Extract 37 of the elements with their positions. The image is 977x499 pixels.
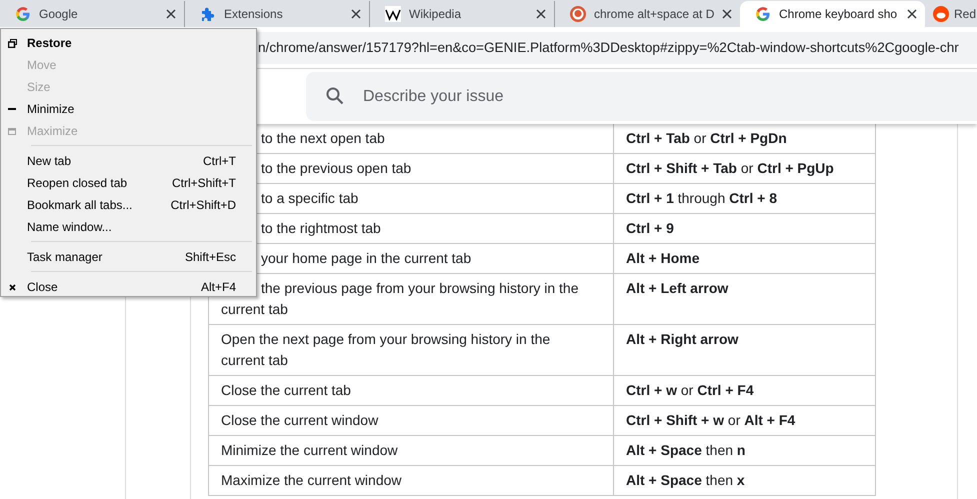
close-icon (8, 284, 16, 290)
table-cell: Ctrl + Shift + Tab or Ctrl + PgUp (614, 154, 876, 184)
google-g-icon (15, 6, 31, 22)
wikipedia-w-icon (385, 6, 401, 22)
table-cell: Minimize the current window (208, 436, 614, 466)
table-cell: Alt + Space then n (614, 436, 876, 466)
table-cell: Alt + Home (614, 244, 876, 274)
table-cell: Close the current window (208, 406, 614, 436)
browser-tab[interactable]: chrome alt+space at D (555, 1, 740, 27)
close-icon[interactable] (722, 9, 732, 19)
maximize-icon (8, 128, 16, 134)
close-icon[interactable] (166, 9, 176, 19)
table-cell: Alt + Left arrow (614, 274, 876, 324)
table-cell: Ctrl + 9 (614, 214, 876, 244)
url-text: n/chrome/answer/157179?hl=en&co=GENIE.Platform%3DDesktop#zippy=%2Ctab-window-shortcuts%2Cgoogle-chr (258, 40, 959, 55)
minimize-icon (8, 108, 16, 110)
table-cell: Maximize the current window (208, 466, 614, 496)
puzzle-icon (200, 6, 216, 22)
restore-icon (8, 38, 16, 48)
browser-tab[interactable]: Chrome keyboard sho (740, 1, 925, 27)
table-cell: Open the next page from your browsing history in the current tab (208, 324, 614, 376)
table-cell: Ctrl + w or Ctrl + F4 (614, 376, 876, 406)
table-cell: Ctrl + Shift + w or Alt + F4 (614, 406, 876, 436)
browser-tab[interactable]: Red (925, 1, 977, 27)
close-icon[interactable] (351, 9, 361, 19)
table-cell: Close the current tab (208, 376, 614, 406)
menu-item[interactable]: Close Alt+F4 (3, 276, 254, 298)
google-g-icon (755, 6, 771, 22)
search-icon (325, 86, 345, 106)
close-icon[interactable] (907, 9, 917, 19)
table-cell: Alt + Space then x (614, 466, 876, 496)
table-cell: Ctrl + 1 through Ctrl + 8 (614, 184, 876, 214)
search-field[interactable]: Describe your issue (306, 72, 977, 121)
close-icon[interactable] (536, 9, 546, 19)
table-cell: Ctrl + Tab or Ctrl + PgDn (614, 124, 876, 154)
table-cell: Alt + Right arrow (614, 324, 876, 376)
menu-item[interactable]: Minimize (3, 98, 254, 120)
